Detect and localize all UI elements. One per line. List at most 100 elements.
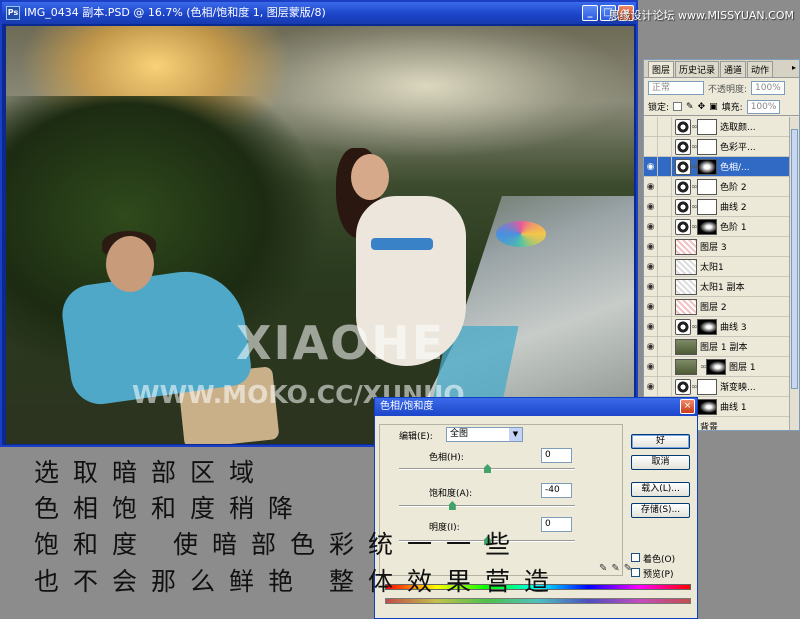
layer-row[interactable]: ◉ ∞ 色阶 2 (644, 176, 789, 197)
layer-row[interactable]: ◉ 图层 1 副本 (644, 336, 789, 357)
layer-link-cell[interactable] (658, 316, 672, 337)
layer-link-cell[interactable] (658, 276, 672, 297)
save-button[interactable]: 存储(S)... (631, 503, 690, 518)
saturation-slider-track[interactable] (399, 505, 575, 507)
layer-mask-thumbnail[interactable] (697, 398, 717, 415)
layer-name: 图层 3 (700, 243, 727, 253)
layer-link-cell[interactable] (658, 376, 672, 397)
layer-mask-thumbnail[interactable] (697, 198, 717, 215)
layer-row[interactable]: ◉ ∞ 色阶 1 (644, 216, 789, 237)
cancel-button[interactable]: 取消 (631, 455, 690, 470)
photo-woman-belt (371, 238, 433, 250)
layer-mask-thumbnail[interactable] (697, 178, 717, 195)
adjustment-layer-icon (675, 318, 691, 335)
lock-transparency-checkbox[interactable] (673, 102, 683, 111)
layer-link-cell[interactable] (658, 256, 672, 277)
layer-row[interactable]: ◉ 图层 2 (644, 296, 789, 317)
lock-all-icon[interactable]: ▣ (709, 102, 718, 112)
fill-label: 填充: (721, 103, 743, 113)
layer-name: 太阳1 副本 (700, 283, 745, 293)
load-button[interactable]: 载入(L)... (631, 482, 690, 497)
visibility-eye-icon[interactable]: ◉ (644, 196, 658, 217)
layer-link-cell[interactable] (658, 136, 672, 157)
layer-link-cell[interactable] (658, 296, 672, 317)
layer-row[interactable]: ◉ 太阳1 (644, 256, 789, 277)
layer-link-cell[interactable] (658, 356, 672, 377)
visibility-eye-icon[interactable]: ◉ (644, 296, 658, 317)
tab-channels[interactable]: 通道 (720, 61, 747, 77)
layer-row[interactable]: ∞ 色彩平... (644, 136, 789, 157)
layer-link-cell[interactable] (658, 196, 672, 217)
dialog-close-button[interactable]: × (680, 399, 695, 414)
tab-actions[interactable]: 动作 (747, 61, 774, 77)
layer-row[interactable]: ◉ 图层 3 (644, 236, 789, 257)
adjustment-layer-icon (675, 158, 691, 175)
hue-field[interactable]: 0 (541, 448, 572, 463)
layer-mask-thumbnail[interactable] (697, 118, 717, 135)
layer-row[interactable]: ◉ 太阳1 副本 (644, 276, 789, 297)
layer-scrollbar[interactable] (789, 117, 799, 430)
layer-link-cell[interactable] (658, 216, 672, 237)
layer-link-cell[interactable] (658, 156, 672, 177)
layer-row[interactable]: ◉ ∞ 色相/... (644, 156, 789, 177)
colorize-label: 着色(O) (643, 555, 676, 565)
opacity-label: 不透明度: (708, 84, 748, 95)
window-titlebar[interactable]: Ps IMG_0434 副本.PSD @ 16.7% (色相/饱和度 1, 图层… (2, 2, 636, 24)
visibility-eye-icon[interactable]: ◉ (644, 156, 658, 177)
visibility-eye-icon[interactable]: ◉ (644, 216, 658, 237)
visibility-eye-icon[interactable]: ◉ (644, 256, 658, 277)
lock-pixels-icon[interactable]: ✎ (686, 102, 694, 112)
lightness-field[interactable]: 0 (541, 517, 572, 532)
layer-thumbnail (675, 358, 697, 375)
visibility-eye-icon[interactable]: ◉ (644, 376, 658, 397)
layer-mask-thumbnail[interactable] (697, 158, 717, 175)
visibility-eye-icon[interactable]: ◉ (644, 336, 658, 357)
layer-thumbnail (675, 238, 697, 255)
blend-mode-select[interactable]: 正常 (648, 81, 704, 95)
layer-name: 渐变映... (720, 383, 756, 393)
layer-link-cell[interactable] (658, 117, 672, 137)
caption-line-4: 也不会那么鲜艳 整体效果营造 (34, 567, 563, 596)
opacity-field[interactable]: 100% (751, 81, 785, 95)
layer-link-cell[interactable] (658, 336, 672, 357)
layer-mask-thumbnail[interactable] (697, 378, 717, 395)
dialog-title: 色相/饱和度 (380, 401, 434, 412)
visibility-eye-icon[interactable]: ◉ (644, 316, 658, 337)
layer-name: 图层 1 副本 (700, 343, 748, 353)
layer-row[interactable]: ◉ ∞ 曲线 3 (644, 316, 789, 337)
layer-mask-thumbnail[interactable] (697, 138, 717, 155)
fill-field[interactable]: 100% (746, 99, 781, 114)
adjustment-layer-icon (675, 138, 691, 155)
minimize-button[interactable]: _ (582, 5, 598, 21)
visibility-eye-icon[interactable] (644, 117, 658, 137)
edit-select-value: 全图 (450, 429, 469, 439)
saturation-field[interactable]: -40 (541, 483, 572, 498)
layer-row[interactable]: ∞ 选取颜... (644, 117, 789, 137)
dialog-titlebar[interactable]: 色相/饱和度 × (375, 398, 697, 416)
layer-mask-thumbnail[interactable] (706, 358, 726, 375)
visibility-eye-icon[interactable]: ◉ (644, 356, 658, 377)
lock-position-icon[interactable]: ✥ (698, 102, 706, 112)
image-canvas[interactable]: XIAOHE WWW.MOKO.CC/XUNUO (6, 26, 634, 444)
colorize-checkbox[interactable] (631, 553, 640, 562)
layer-row[interactable]: ◉ ∞ 图层 1 (644, 356, 789, 377)
eyedropper-icons[interactable]: ✎✎✎ (599, 563, 636, 574)
panel-menu-icon[interactable]: ▸ (792, 63, 796, 72)
visibility-eye-icon[interactable]: ◉ (644, 236, 658, 257)
tab-history[interactable]: 历史记录 (675, 61, 720, 77)
layer-row[interactable]: ◉ ∞ 渐变映... (644, 376, 789, 397)
scrollbar-thumb[interactable] (791, 129, 798, 389)
visibility-eye-icon[interactable] (644, 136, 658, 157)
layer-mask-thumbnail[interactable] (697, 318, 717, 335)
visibility-eye-icon[interactable]: ◉ (644, 176, 658, 197)
tab-layers[interactable]: 图层 (648, 61, 675, 77)
layer-link-cell[interactable] (658, 236, 672, 257)
edit-select[interactable]: 全图 ▼ (446, 427, 523, 442)
photoshop-icon: Ps (6, 6, 20, 20)
layer-link-cell[interactable] (658, 176, 672, 197)
layer-mask-thumbnail[interactable] (697, 218, 717, 235)
ok-button[interactable]: 好 (631, 434, 690, 449)
visibility-eye-icon[interactable]: ◉ (644, 276, 658, 297)
adjusted-spectrum-bar (385, 598, 691, 604)
layer-row[interactable]: ◉ ∞ 曲线 2 (644, 196, 789, 217)
